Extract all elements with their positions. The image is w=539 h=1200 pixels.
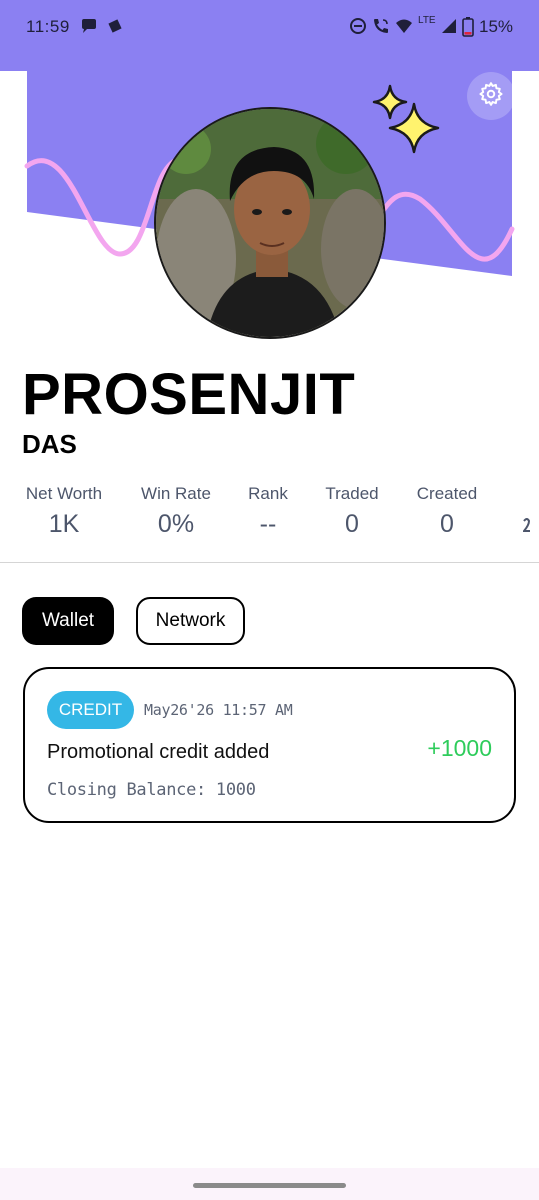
wifi-icon — [395, 17, 413, 35]
chat-bubble-icon — [80, 17, 98, 35]
transaction-date: May26'26 11:57 AM — [144, 701, 293, 719]
settings-button[interactable] — [467, 72, 515, 120]
diamond-icon — [106, 17, 124, 35]
stat-win-rate: Win Rate 0% — [140, 484, 212, 539]
home-indicator[interactable] — [193, 1183, 346, 1188]
transaction-card[interactable]: CREDIT May26'26 11:57 AM Promotional cre… — [23, 667, 516, 823]
divider — [0, 562, 539, 563]
stat-value: 0 — [440, 510, 454, 538]
stat-label: Traded — [325, 484, 379, 503]
battery-percentage: 15% — [479, 17, 514, 36]
stats-row[interactable]: Net Worth 1K Win Rate 0% Rank -- Traded … — [0, 484, 539, 544]
network-type-label: LTE — [418, 15, 436, 26]
dnd-icon — [349, 17, 367, 35]
wifi-call-icon — [372, 17, 390, 35]
status-bar: 11:59 LTE 15% — [0, 0, 539, 54]
sparkles-icon — [368, 82, 444, 158]
stat-net-worth: Net Worth 1K — [22, 484, 106, 539]
profile-last-name: DAS — [22, 429, 77, 459]
stat-label: Rank — [248, 484, 288, 503]
stat-label: Win Rate — [141, 484, 211, 503]
stat-traded: Traded 0 — [322, 484, 382, 539]
stat-label: Net Worth — [25, 484, 103, 503]
gear-icon — [478, 81, 504, 112]
stat-value-partial — [514, 513, 539, 542]
navigation-bar — [0, 1168, 539, 1200]
stat-value: 0 — [345, 510, 359, 538]
avatar-photo — [156, 109, 384, 337]
transaction-title: Promotional credit added — [47, 741, 270, 763]
stat-overflow-partial — [514, 484, 539, 542]
tab-network[interactable]: Network — [136, 597, 245, 645]
stat-value: 0% — [157, 510, 195, 538]
avatar[interactable] — [154, 107, 386, 339]
profile-first-name: PROSENJIT — [22, 362, 356, 427]
transaction-closing-balance: Closing Balance: 1000 — [47, 780, 256, 800]
stat-value: 1K — [48, 510, 80, 538]
tab-wallet[interactable]: Wallet — [22, 597, 114, 645]
battery-icon — [462, 17, 474, 37]
status-time: 11:59 — [26, 17, 70, 36]
stat-value: -- — [259, 510, 277, 538]
signal-icon — [440, 17, 458, 35]
transaction-amount: +1000 — [427, 735, 492, 761]
stat-created: Created 0 — [414, 484, 480, 539]
transaction-type-badge: CREDIT — [47, 691, 134, 729]
stat-label: Created — [416, 484, 478, 503]
stat-rank: Rank -- — [244, 484, 292, 539]
